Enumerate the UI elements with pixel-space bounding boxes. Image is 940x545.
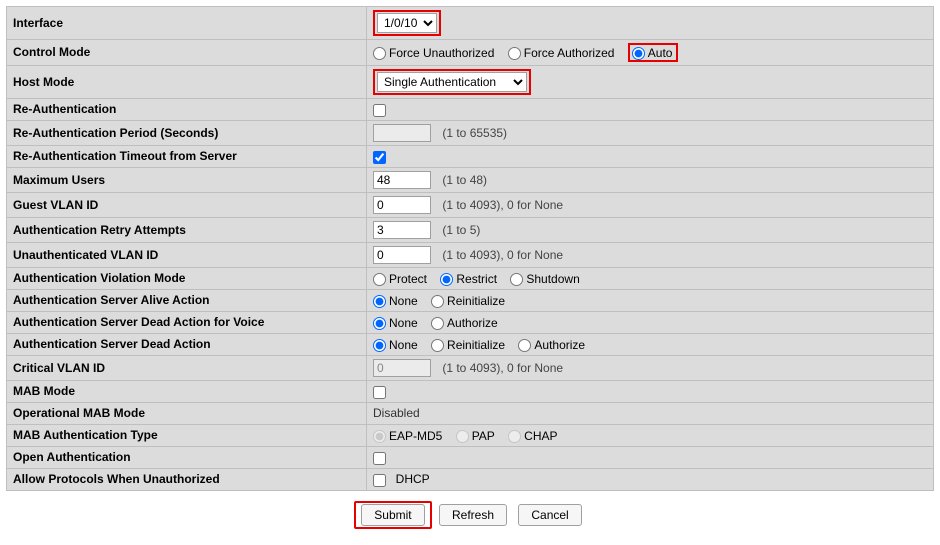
server-dead-none-option[interactable]: None [373, 338, 418, 352]
mab-auth-type-label: MAB Authentication Type [7, 424, 367, 446]
auth-retry-label: Authentication Retry Attempts [7, 217, 367, 242]
guest-vlan-hint: (1 to 4093), 0 for None [442, 198, 563, 212]
critical-vlan-label: Critical VLAN ID [7, 355, 367, 380]
server-dead-reinit-option[interactable]: Reinitialize [431, 338, 505, 352]
server-alive-label: Authentication Server Alive Action [7, 289, 367, 311]
mab-auth-chap-radio [508, 430, 521, 443]
allow-proto-label: Allow Protocols When Unauthorized [7, 468, 367, 490]
op-mab-mode-value: Disabled [373, 406, 420, 420]
control-mode-auto-highlight: Auto [628, 43, 679, 62]
unauth-vlan-hint: (1 to 4093), 0 for None [442, 248, 563, 262]
server-dead-none-radio[interactable] [373, 339, 386, 352]
control-mode-auth-radio[interactable] [508, 47, 521, 60]
interface-highlight: 1/0/10 [373, 10, 441, 36]
re-auth-label: Re-Authentication [7, 98, 367, 120]
server-dead-voice-none-option[interactable]: None [373, 316, 418, 330]
server-alive-none-radio[interactable] [373, 295, 386, 308]
open-auth-label: Open Authentication [7, 446, 367, 468]
server-dead-voice-authorize-option[interactable]: Authorize [431, 316, 498, 330]
re-auth-timeout-checkbox[interactable] [373, 151, 386, 164]
allow-proto-text: DHCP [396, 472, 430, 486]
mab-mode-label: MAB Mode [7, 380, 367, 402]
server-dead-authorize-radio[interactable] [518, 339, 531, 352]
re-auth-checkbox[interactable] [373, 104, 386, 117]
host-mode-label: Host Mode [7, 65, 367, 98]
mab-auth-pap-option: PAP [456, 429, 495, 443]
submit-button[interactable]: Submit [361, 504, 424, 526]
control-mode-auth-option[interactable]: Force Authorized [508, 46, 615, 60]
auth-retry-input[interactable] [373, 221, 431, 239]
server-dead-reinit-radio[interactable] [431, 339, 444, 352]
violation-protect-option[interactable]: Protect [373, 272, 427, 286]
allow-proto-checkbox[interactable] [373, 474, 386, 487]
mab-auth-pap-radio [456, 430, 469, 443]
config-form: Interface 1/0/10 Control Mode Force Unau… [6, 6, 934, 491]
button-row: Submit Refresh Cancel [6, 491, 934, 539]
re-auth-period-hint: (1 to 65535) [442, 126, 507, 140]
guest-vlan-label: Guest VLAN ID [7, 192, 367, 217]
re-auth-timeout-label: Re-Authentication Timeout from Server [7, 145, 367, 167]
max-users-input[interactable] [373, 171, 431, 189]
host-mode-highlight: Single Authentication [373, 69, 531, 95]
unauth-vlan-input[interactable] [373, 246, 431, 264]
op-mab-mode-label: Operational MAB Mode [7, 402, 367, 424]
violation-restrict-radio[interactable] [440, 273, 453, 286]
mab-auth-eap-option: EAP-MD5 [373, 429, 442, 443]
server-alive-none-option[interactable]: None [373, 294, 418, 308]
server-dead-authorize-option[interactable]: Authorize [518, 338, 585, 352]
host-mode-select[interactable]: Single Authentication [377, 72, 527, 92]
interface-label: Interface [7, 7, 367, 40]
open-auth-checkbox[interactable] [373, 452, 386, 465]
control-mode-unauth-option[interactable]: Force Unauthorized [373, 46, 494, 60]
control-mode-label: Control Mode [7, 40, 367, 66]
mab-mode-checkbox[interactable] [373, 386, 386, 399]
submit-highlight: Submit [354, 501, 431, 529]
control-mode-auto-radio[interactable] [632, 47, 645, 60]
max-users-label: Maximum Users [7, 167, 367, 192]
guest-vlan-input[interactable] [373, 196, 431, 214]
violation-shutdown-radio[interactable] [510, 273, 523, 286]
interface-select[interactable]: 1/0/10 [377, 13, 437, 33]
mab-auth-eap-radio [373, 430, 386, 443]
control-mode-unauth-radio[interactable] [373, 47, 386, 60]
mab-auth-chap-option: CHAP [508, 429, 557, 443]
refresh-button[interactable]: Refresh [439, 504, 507, 526]
control-mode-auto-option[interactable]: Auto [632, 46, 673, 60]
critical-vlan-hint: (1 to 4093), 0 for None [442, 361, 563, 375]
critical-vlan-input[interactable] [373, 359, 431, 377]
violation-protect-radio[interactable] [373, 273, 386, 286]
unauth-vlan-label: Unauthenticated VLAN ID [7, 242, 367, 267]
server-dead-label: Authentication Server Dead Action [7, 333, 367, 355]
violation-shutdown-option[interactable]: Shutdown [510, 272, 579, 286]
max-users-hint: (1 to 48) [442, 173, 487, 187]
re-auth-period-label: Re-Authentication Period (Seconds) [7, 120, 367, 145]
server-dead-voice-label: Authentication Server Dead Action for Vo… [7, 311, 367, 333]
server-alive-reinit-option[interactable]: Reinitialize [431, 294, 505, 308]
violation-restrict-option[interactable]: Restrict [440, 272, 497, 286]
re-auth-period-input[interactable] [373, 124, 431, 142]
auth-retry-hint: (1 to 5) [442, 223, 480, 237]
cancel-button[interactable]: Cancel [518, 504, 581, 526]
server-dead-voice-authorize-radio[interactable] [431, 317, 444, 330]
violation-mode-label: Authentication Violation Mode [7, 267, 367, 289]
server-alive-reinit-radio[interactable] [431, 295, 444, 308]
server-dead-voice-none-radio[interactable] [373, 317, 386, 330]
